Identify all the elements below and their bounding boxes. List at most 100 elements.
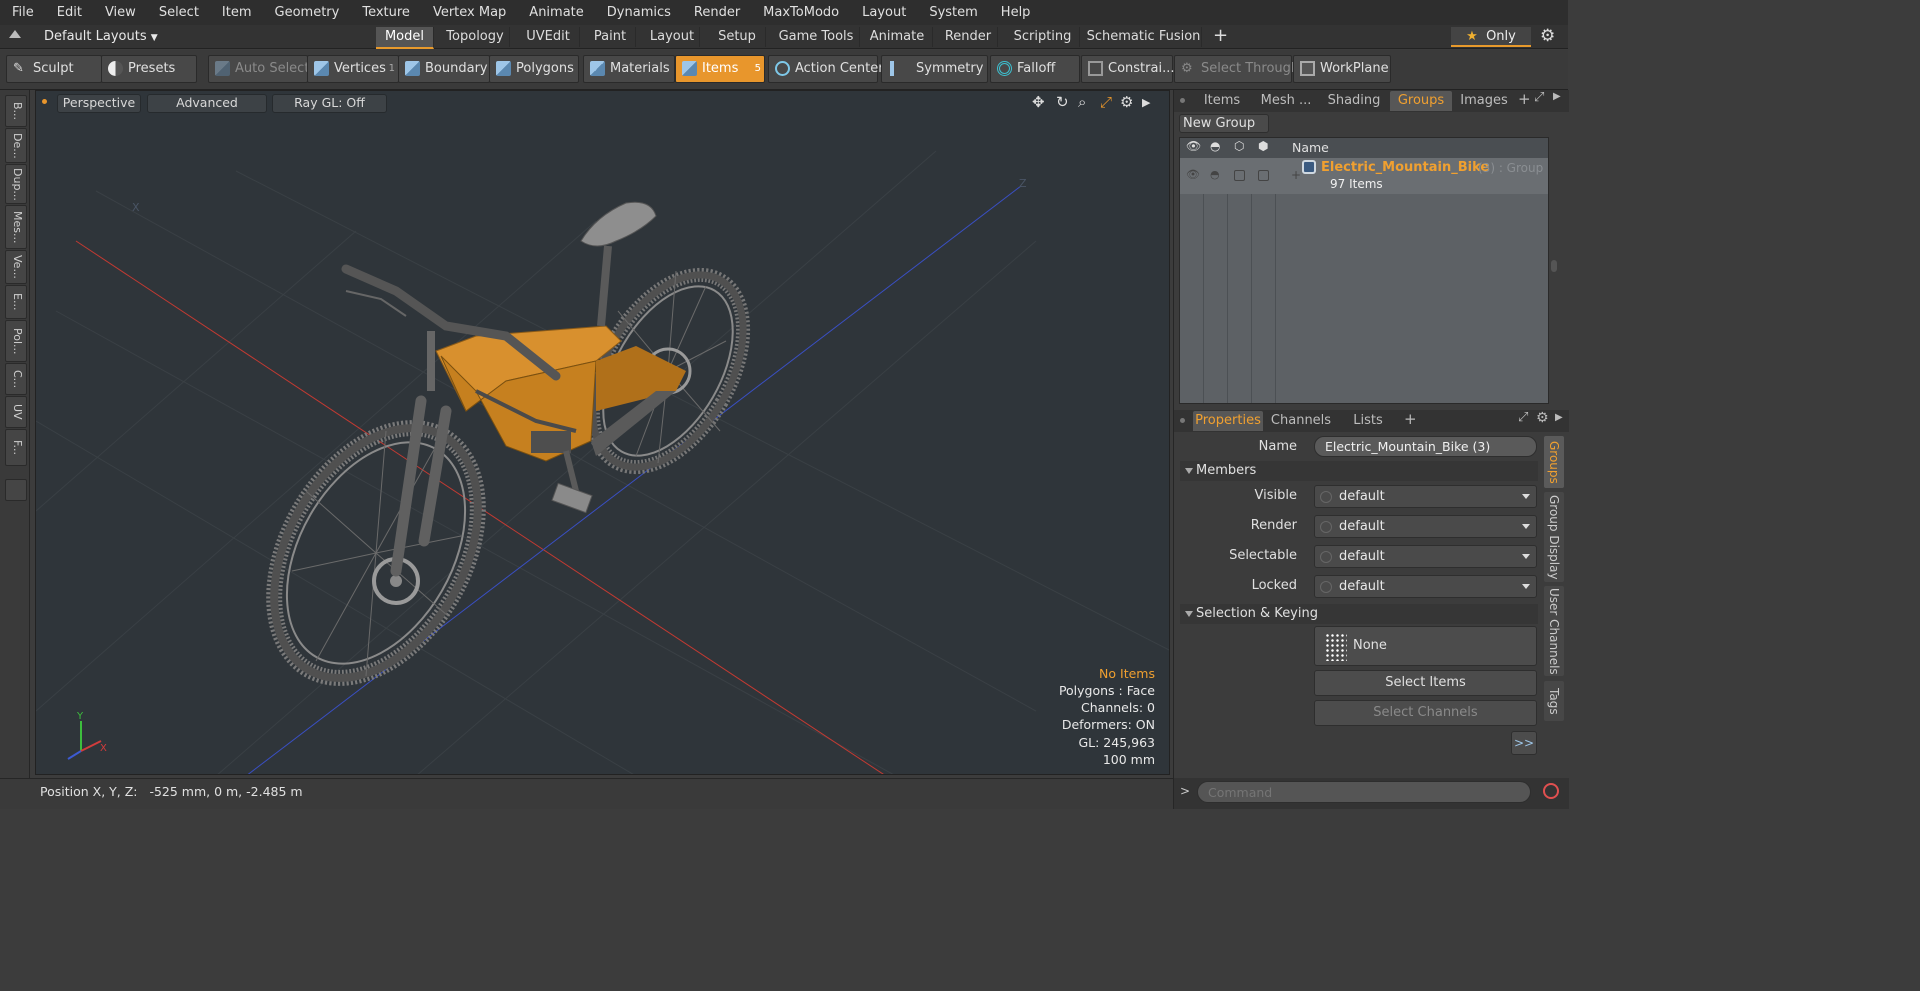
add-layout-icon[interactable]: + [1213, 26, 1228, 46]
left-extra-button[interactable] [5, 479, 27, 501]
prop-value: default [1339, 489, 1385, 504]
symmetry-button[interactable]: Symmetry [881, 55, 988, 83]
layout-tab-paint[interactable]: Paint [585, 27, 636, 47]
menu-edit[interactable]: Edit [45, 0, 93, 25]
prop-dropdown-locked[interactable]: default [1314, 575, 1537, 598]
polygons-button[interactable]: Polygons [489, 55, 579, 83]
layout-tab-layout[interactable]: Layout [645, 27, 700, 47]
auto-select-button[interactable]: Auto Select [208, 55, 309, 83]
side-tab-tags[interactable]: Tags [1544, 681, 1564, 721]
select-channels-button[interactable]: Select Channels [1314, 700, 1537, 726]
materials-button[interactable]: Materials [583, 55, 675, 83]
menu-layout[interactable]: Layout [850, 0, 917, 25]
prop-dropdown-render[interactable]: default [1314, 515, 1537, 538]
prop-dropdown-visible[interactable]: default [1314, 485, 1537, 508]
prop-dropdown-selectable[interactable]: default [1314, 545, 1537, 568]
name-field[interactable]: Electric_Mountain_Bike (3) [1314, 436, 1537, 457]
side-tab-groups[interactable]: Groups [1544, 436, 1564, 488]
bottom-menu-icon[interactable]: ▶ [1555, 412, 1563, 423]
menu-texture[interactable]: Texture [350, 0, 421, 25]
panel-tab-shading[interactable]: Shading [1322, 91, 1386, 111]
select-through-button[interactable]: ⚙ Select Through [1174, 55, 1299, 83]
menu-render[interactable]: Render [682, 0, 751, 25]
side-tab-user-channels[interactable]: User Channels [1544, 586, 1564, 676]
left-tab-3[interactable]: Mes... [5, 205, 27, 249]
list-scroll-handle[interactable] [1551, 260, 1557, 272]
selection-keying-section[interactable]: Selection & Keying [1180, 604, 1538, 624]
polygons-info: Polygons : Face [1058, 682, 1155, 698]
menu-maxtomodo[interactable]: MaxToModo [751, 0, 850, 25]
properties-tab-channels[interactable]: Channels [1267, 411, 1335, 431]
side-tab-group-display[interactable]: Group Display [1544, 492, 1564, 582]
layout-tab-topology[interactable]: Topology [441, 27, 510, 47]
select-items-button[interactable]: Select Items [1314, 670, 1537, 696]
expand-icon[interactable]: ⤢ [1534, 90, 1544, 105]
bottom-gear-icon[interactable]: ⚙ [1536, 410, 1549, 426]
left-tab-8[interactable]: UV [5, 396, 27, 428]
menu-vertex-map[interactable]: Vertex Map [421, 0, 517, 25]
left-tab-6[interactable]: Pol... [5, 320, 27, 362]
layout-tab-game-tools[interactable]: Game Tools [773, 27, 860, 47]
menu-animate[interactable]: Animate [517, 0, 594, 25]
panel-tab-groups[interactable]: Groups [1390, 91, 1452, 111]
more-button[interactable]: >> [1511, 731, 1537, 755]
menu-select[interactable]: Select [147, 0, 210, 25]
expand-plus-icon[interactable]: + [1291, 168, 1301, 182]
position-value: -525 mm, 0 m, -2.485 m [149, 784, 303, 799]
panel-tab-images[interactable]: Images [1457, 91, 1511, 111]
properties-tab-properties[interactable]: Properties [1193, 411, 1263, 431]
left-tab-9[interactable]: F... [5, 429, 27, 466]
layout-tab-animate[interactable]: Animate [862, 27, 933, 47]
panel-tab-mesh[interactable]: Mesh ... [1254, 91, 1318, 111]
collapse-icon[interactable] [9, 30, 21, 38]
none-button[interactable]: None [1314, 626, 1537, 666]
properties-tab-lists[interactable]: Lists [1339, 411, 1397, 431]
menu-system[interactable]: System [917, 0, 988, 25]
layout-selector[interactable]: Default Layouts ▼ [44, 28, 158, 47]
vertices-button[interactable]: Vertices 1 [307, 55, 399, 83]
gear-icon[interactable]: ⚙ [1540, 26, 1555, 46]
boundary-button[interactable]: Boundary [398, 55, 490, 83]
add-bottom-tab-icon[interactable]: + [1404, 410, 1417, 428]
group-row[interactable]: 👁 ◓ + Electric_Mountain_Bike (3) : Group… [1180, 158, 1548, 194]
left-tab-1[interactable]: De... [5, 128, 27, 163]
record-icon[interactable] [1543, 783, 1559, 799]
row-render-icon[interactable]: ◓ [1210, 168, 1220, 181]
menu-geometry[interactable]: Geometry [263, 0, 351, 25]
layout-tab-uvedit[interactable]: UVEdit [517, 27, 580, 47]
workplane-button[interactable]: WorkPlane [1293, 55, 1391, 83]
action-center-button[interactable]: Action Center [768, 55, 884, 83]
left-tab-0[interactable]: B... [5, 95, 27, 127]
layout-tab-setup[interactable]: Setup [709, 27, 766, 47]
command-input[interactable] [1197, 781, 1531, 803]
row-visible-icon[interactable]: 👁 [1186, 168, 1200, 181]
layout-tab-scripting[interactable]: Scripting [1006, 27, 1080, 47]
bottom-expand-icon[interactable]: ⤢ [1518, 410, 1528, 425]
left-tab-5[interactable]: E... [5, 285, 27, 319]
left-tab-7[interactable]: C... [5, 363, 27, 395]
menu-dynamics[interactable]: Dynamics [595, 0, 682, 25]
panel-menu-icon[interactable]: ▶ [1553, 91, 1561, 102]
menu-file[interactable]: File [0, 0, 45, 25]
layout-tab-model[interactable]: Model [376, 27, 434, 49]
menu-view[interactable]: View [93, 0, 147, 25]
only-button[interactable]: ★ Only [1451, 27, 1531, 47]
menu-help[interactable]: Help [989, 0, 1042, 25]
members-section[interactable]: Members [1180, 461, 1538, 481]
items-button[interactable]: Items 5 [675, 55, 765, 83]
new-group-button[interactable]: New Group [1179, 114, 1269, 133]
3d-viewport[interactable]: Perspective Advanced Ray GL: Off ✥ ↻ ⌕ ⤢… [35, 90, 1170, 775]
add-tab-icon[interactable]: + [1518, 90, 1531, 108]
falloff-button[interactable]: Falloff [990, 55, 1080, 83]
menu-item[interactable]: Item [210, 0, 263, 25]
sculpt-button[interactable]: ✎ Sculpt [6, 55, 102, 83]
constraints-button[interactable]: Constrai... [1081, 55, 1174, 83]
presets-button[interactable]: Presets [101, 55, 197, 83]
row-select-checkbox[interactable] [1258, 170, 1269, 181]
left-tab-4[interactable]: Ve... [5, 250, 27, 284]
row-lock-checkbox[interactable] [1234, 170, 1245, 181]
left-tab-2[interactable]: Dup... [5, 164, 27, 204]
layout-tab-schematic-fusion[interactable]: Schematic Fusion [1086, 27, 1202, 47]
panel-tab-items[interactable]: Items [1193, 91, 1251, 111]
layout-tab-render[interactable]: Render [939, 27, 998, 47]
